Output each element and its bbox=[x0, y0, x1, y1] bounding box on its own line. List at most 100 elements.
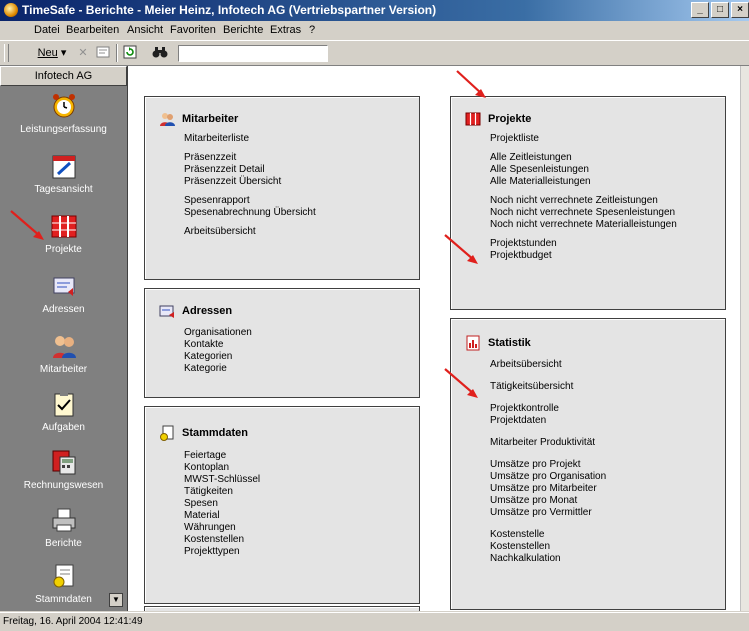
panel-projekte: Projekte Projektliste Alle Zeitleistunge… bbox=[450, 96, 726, 310]
link-projektkontrolle[interactable]: Projektkontrolle bbox=[490, 403, 606, 415]
status-bar: Freitag, 16. April 2004 12:41:49 bbox=[0, 612, 749, 631]
panel-title-text: Adressen bbox=[182, 305, 233, 317]
sidebar-scroll-down-button[interactable]: ▼ bbox=[109, 593, 123, 607]
delete-icon[interactable]: ✕ bbox=[74, 44, 92, 63]
sidebar-item-label: Stammdaten bbox=[35, 594, 92, 605]
annotation-arrow-icon bbox=[444, 234, 478, 264]
panel-title: Adressen bbox=[159, 303, 232, 319]
link-arbeitsuebersicht[interactable]: Arbeitsübersicht bbox=[184, 226, 316, 238]
link-mitarbeiter-produktivitaet[interactable]: Mitarbeiter Produktivität bbox=[490, 437, 606, 449]
sidebar-item-label: Mitarbeiter bbox=[39, 364, 88, 375]
menu-favoriten[interactable]: Favoriten bbox=[170, 24, 216, 36]
link-umsaetze-mitarbeiter[interactable]: Umsätze pro Mitarbeiter bbox=[490, 483, 606, 495]
statistics-icon bbox=[466, 335, 480, 351]
link-spesenrapport[interactable]: Spesenrapport bbox=[184, 195, 316, 207]
menu-bearbeiten[interactable]: Bearbeiten bbox=[66, 24, 119, 36]
link-kostenstelle[interactable]: Kostenstelle bbox=[490, 529, 606, 541]
link-nicht-verrechnete-materialleistungen[interactable]: Noch nicht verrechnete Materialleistunge… bbox=[490, 219, 677, 231]
link-umsaetze-monat[interactable]: Umsätze pro Monat bbox=[490, 495, 606, 507]
binoculars-icon[interactable] bbox=[150, 44, 170, 63]
alarm-clock-icon bbox=[52, 94, 75, 118]
toolbar-grip[interactable] bbox=[4, 44, 9, 62]
link-praesenzzeit[interactable]: Präsenzzeit bbox=[184, 152, 316, 164]
toolbar-separator bbox=[116, 44, 118, 62]
master-data-icon bbox=[160, 425, 174, 441]
sidebar-item-stammdaten[interactable]: Stammdaten bbox=[0, 562, 127, 605]
link-umsaetze-projekt[interactable]: Umsätze pro Projekt bbox=[490, 459, 606, 471]
panel-title-text: Projekte bbox=[488, 113, 532, 125]
link-projektliste[interactable]: Projektliste bbox=[490, 133, 677, 145]
link-stat-arbeitsuebersicht[interactable]: Arbeitsübersicht bbox=[490, 359, 606, 371]
panel-statistik: Statistik Arbeitsübersicht Tätigkeitsübe… bbox=[450, 318, 726, 610]
menu-help[interactable]: ? bbox=[309, 24, 315, 36]
link-spesen[interactable]: Spesen bbox=[184, 498, 260, 510]
sidebar-item-label: Berichte bbox=[45, 538, 82, 549]
link-nicht-verrechnete-zeitleistungen[interactable]: Noch nicht verrechnete Zeitleistungen bbox=[490, 195, 677, 207]
link-projektstunden[interactable]: Projektstunden bbox=[490, 238, 677, 250]
link-waehrungen[interactable]: Währungen bbox=[184, 522, 260, 534]
link-umsaetze-organisation[interactable]: Umsätze pro Organisation bbox=[490, 471, 606, 483]
menu-ansicht[interactable]: Ansicht bbox=[127, 24, 163, 36]
sidebar-item-label: Projekte bbox=[45, 244, 82, 255]
sidebar-item-mitarbeiter[interactable]: Mitarbeiter bbox=[0, 332, 127, 375]
sidebar-item-berichte[interactable]: Berichte bbox=[0, 506, 127, 549]
panel-title: Stammdaten bbox=[159, 425, 248, 441]
link-alle-zeitleistungen[interactable]: Alle Zeitleistungen bbox=[490, 152, 677, 164]
link-alle-spesenleistungen[interactable]: Alle Spesenleistungen bbox=[490, 164, 677, 176]
link-umsaetze-vermittler[interactable]: Umsätze pro Vermittler bbox=[490, 507, 606, 519]
link-kontoplan[interactable]: Kontoplan bbox=[184, 462, 260, 474]
link-nachkalkulation[interactable]: Nachkalkulation bbox=[490, 553, 606, 565]
reports-content-area: Mitarbeiter Mitarbeiterliste Präsenzzeit… bbox=[128, 66, 740, 611]
link-praesenzzeit-uebersicht[interactable]: Präsenzzeit Übersicht bbox=[184, 176, 316, 188]
sidebar-item-label: Aufgaben bbox=[42, 422, 85, 433]
link-kontakte[interactable]: Kontakte bbox=[184, 339, 252, 351]
link-mitarbeiterliste[interactable]: Mitarbeiterliste bbox=[184, 133, 316, 145]
panel-title: Statistik bbox=[465, 335, 531, 351]
sidebar-item-adressen[interactable]: Adressen bbox=[0, 272, 127, 315]
people-icon bbox=[52, 336, 76, 358]
link-nicht-verrechnete-spesenleistungen[interactable]: Noch nicht verrechnete Spesenleistungen bbox=[490, 207, 677, 219]
link-mwst-schluessel[interactable]: MWST-Schlüssel bbox=[184, 474, 260, 486]
link-kostenstellen[interactable]: Kostenstellen bbox=[184, 534, 260, 546]
panel-title: Mitarbeiter bbox=[159, 111, 238, 127]
link-spesenabrechnung-uebersicht[interactable]: Spesenabrechnung Übersicht bbox=[184, 207, 316, 219]
calculator-icon bbox=[52, 450, 75, 475]
menu-extras[interactable]: Extras bbox=[270, 24, 301, 36]
panel-links: Projektliste Alle Zeitleistungen Alle Sp… bbox=[490, 133, 677, 262]
minimize-button[interactable]: _ bbox=[691, 2, 709, 18]
sidebar-item-aufgaben[interactable]: Aufgaben bbox=[0, 390, 127, 433]
window-title: TimeSafe - Berichte - Meier Heinz, Infot… bbox=[22, 3, 437, 17]
menu-berichte[interactable]: Berichte bbox=[223, 24, 263, 36]
sidebar-item-leistungserfassung[interactable]: Leistungserfassung bbox=[0, 92, 127, 135]
sidebar-item-rechnungswesen[interactable]: Rechnungswesen bbox=[0, 448, 127, 491]
link-projektbudget[interactable]: Projektbudget bbox=[490, 250, 677, 262]
link-organisationen[interactable]: Organisationen bbox=[184, 327, 252, 339]
link-taetigkeiten[interactable]: Tätigkeiten bbox=[184, 486, 260, 498]
panel-title: Projekte bbox=[465, 111, 531, 127]
panel-links: Mitarbeiterliste Präsenzzeit Präsenzzeit… bbox=[184, 133, 316, 238]
properties-icon[interactable] bbox=[94, 44, 112, 63]
refresh-icon[interactable] bbox=[121, 44, 139, 63]
sidebar-item-tagesansicht[interactable]: Tagesansicht bbox=[0, 152, 127, 195]
link-kategorie[interactable]: Kategorie bbox=[184, 363, 252, 375]
link-feiertage[interactable]: Feiertage bbox=[184, 450, 260, 462]
link-stat-kostenstellen[interactable]: Kostenstellen bbox=[490, 541, 606, 553]
vertical-scrollbar[interactable] bbox=[740, 66, 749, 611]
menu-datei[interactable]: Datei bbox=[34, 24, 60, 36]
panel-title-text: Mitarbeiter bbox=[182, 113, 239, 125]
link-alle-materialleistungen[interactable]: Alle Materialleistungen bbox=[490, 176, 677, 188]
link-material[interactable]: Material bbox=[184, 510, 260, 522]
menu-bar: Datei Bearbeiten Ansicht Favoriten Beric… bbox=[0, 21, 749, 41]
close-button[interactable]: × bbox=[731, 2, 749, 18]
link-projektdaten[interactable]: Projektdaten bbox=[490, 415, 606, 427]
search-input[interactable] bbox=[178, 45, 328, 62]
timesafe-app-icon[interactable] bbox=[4, 3, 18, 17]
link-taetigkeitsuebersicht[interactable]: Tätigkeitsübersicht bbox=[490, 381, 606, 393]
link-projekttypen[interactable]: Projekttypen bbox=[184, 546, 260, 558]
link-praesenzzeit-detail[interactable]: Präsenzzeit Detail bbox=[184, 164, 316, 176]
link-kategorien[interactable]: Kategorien bbox=[184, 351, 252, 363]
sidebar-header[interactable]: Infotech AG bbox=[0, 66, 127, 86]
new-button[interactable]: Neu ▾ bbox=[34, 44, 70, 63]
dropdown-arrow-icon[interactable]: ▾ bbox=[61, 47, 67, 59]
maximize-button[interactable]: □ bbox=[711, 2, 729, 18]
